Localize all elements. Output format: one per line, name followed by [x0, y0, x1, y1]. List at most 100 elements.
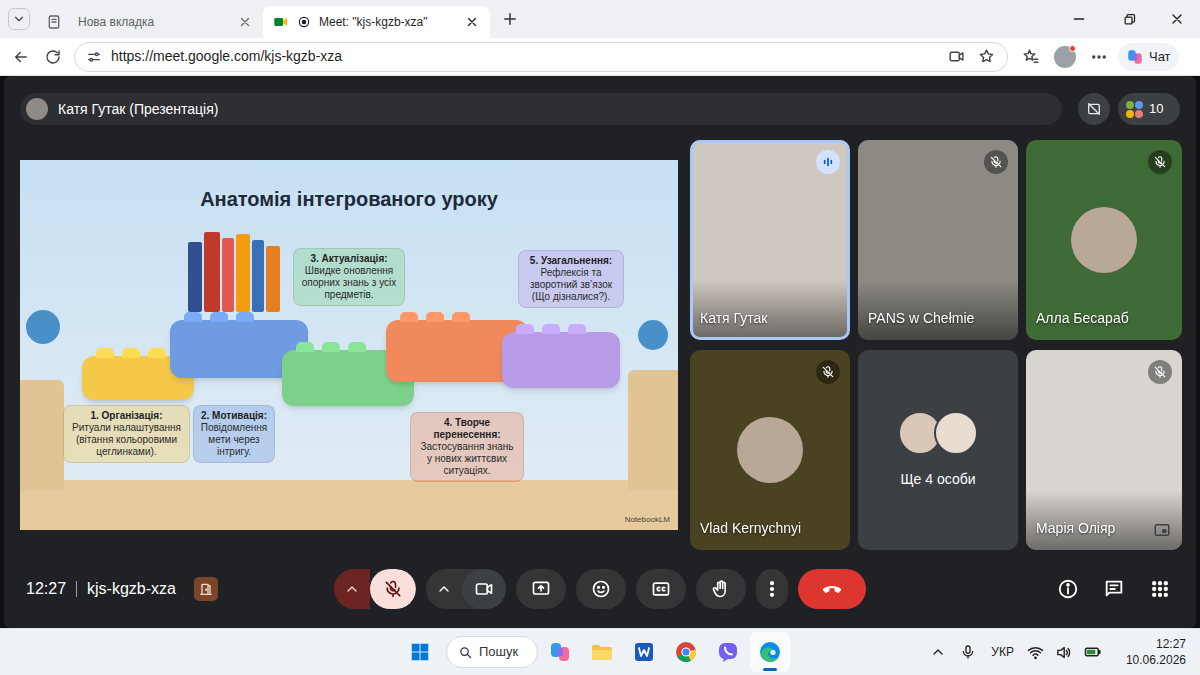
running-indicator [721, 668, 735, 671]
participant-avatar [1071, 207, 1137, 273]
lego-stud [148, 348, 166, 358]
chat-icon[interactable] [1100, 575, 1128, 603]
new-tab-icon[interactable] [496, 5, 524, 33]
clock-date: 10.06.2026 [1126, 652, 1186, 668]
taskbar-app[interactable] [624, 632, 664, 672]
running-indicator [595, 668, 609, 671]
info-icon[interactable] [1054, 575, 1082, 603]
step-heading: 5. Узагальнення: [525, 255, 617, 267]
close-window-icon[interactable] [1154, 0, 1200, 38]
activities-icon[interactable] [1146, 575, 1174, 603]
meet-control-bar: 12:27kjs-kgzb-xza [4, 564, 1196, 614]
hide-tiles-icon[interactable] [1078, 93, 1110, 125]
close-icon[interactable] [464, 14, 480, 30]
input-language[interactable]: УКР [987, 643, 1018, 661]
step-text: Застосування знань у нових життєвих ситу… [417, 441, 517, 477]
end-call-icon[interactable] [798, 569, 866, 609]
battery-icon[interactable] [1082, 637, 1104, 667]
url-text[interactable]: https://meet.google.com/kjs-kgzb-xza [111, 46, 937, 67]
participant-name: Ще 4 особи [900, 469, 975, 490]
lego-stud [296, 342, 314, 352]
back-icon[interactable] [6, 42, 36, 72]
tab-list-icon[interactable] [8, 8, 30, 30]
raise-hand-icon[interactable] [696, 569, 746, 609]
step-label: 1. Організація:Ритуали налаштування (віт… [63, 405, 190, 463]
camera-icon[interactable] [462, 569, 506, 609]
browser-tab[interactable]: Нова вкладка [36, 6, 263, 38]
participant-tile[interactable]: Катя Гутак [690, 140, 850, 340]
lego-stud [452, 312, 470, 322]
screen: Нова вкладкаMeet: "kjs-kgzb-xza" https://… [0, 0, 1200, 675]
lego-brick [502, 332, 620, 388]
tab-strip: Нова вкладкаMeet: "kjs-kgzb-xza" [0, 0, 1200, 38]
book [252, 240, 264, 312]
volume-icon[interactable] [1054, 637, 1074, 667]
favorites-icon[interactable] [1016, 42, 1046, 72]
taskbar-app[interactable] [582, 632, 622, 672]
copilot-icon [1126, 48, 1144, 66]
slide-table [20, 480, 678, 530]
step-label: 2. Мотивація:Повідомлення мети через інт… [193, 405, 275, 463]
participant-tile[interactable]: Ще 4 особи [858, 350, 1018, 550]
participant-tile[interactable]: Алла Бесараб [1026, 140, 1182, 340]
capture-indicator-icon [297, 15, 311, 29]
page-icon [46, 14, 62, 30]
participant-name: Катя Гутак [700, 308, 814, 329]
taskbar-clock[interactable]: 12:2710.06.2026 [1120, 636, 1192, 668]
site-info-icon[interactable] [85, 48, 103, 66]
mini-avatar [1126, 110, 1134, 118]
mic-options-icon[interactable] [334, 569, 370, 609]
host-controls-icon[interactable] [194, 577, 218, 601]
mic-off-icon[interactable] [370, 569, 416, 609]
step-label: 5. Узагальнення:Рефлексія та зворотний з… [518, 250, 624, 308]
mini-avatar [1126, 101, 1134, 109]
participant-avatar [934, 411, 978, 455]
slide-globe [638, 320, 668, 350]
step-heading: 3. Актуалізація: [300, 253, 398, 265]
taskbar-app[interactable] [750, 632, 790, 672]
people-icon [1126, 101, 1143, 118]
people-button[interactable]: 10 [1118, 93, 1180, 125]
step-text: Повідомлення мети через інтригу. [200, 422, 268, 458]
taskbar-app[interactable] [708, 632, 748, 672]
mini-avatar [1135, 110, 1143, 118]
camera-options-icon[interactable] [426, 569, 462, 609]
meeting-time: 12:27 [26, 577, 66, 601]
more-icon[interactable] [1084, 42, 1114, 72]
others-avatars [898, 411, 978, 455]
present-icon[interactable] [516, 569, 566, 609]
meeting-details: 12:27kjs-kgzb-xza [26, 577, 334, 601]
more-options-icon[interactable] [756, 569, 788, 609]
lego-stud [184, 312, 202, 322]
close-icon[interactable] [237, 14, 253, 30]
windows-start-icon[interactable] [402, 632, 438, 672]
taskbar-app[interactable] [540, 632, 580, 672]
restore-icon[interactable] [1104, 0, 1154, 38]
copilot-chat-button[interactable]: Чат [1118, 43, 1179, 71]
edge-icon [758, 640, 782, 664]
camera-in-use-icon[interactable] [945, 46, 967, 68]
profile-icon[interactable] [1050, 42, 1080, 72]
bookmark-star-icon[interactable] [975, 46, 997, 68]
minimize-icon[interactable] [1054, 0, 1104, 38]
wifi-icon[interactable] [1026, 637, 1046, 667]
participant-tile[interactable]: PANS w Chełmie [858, 140, 1018, 340]
microphone-icon[interactable] [957, 637, 979, 667]
taskbar-app[interactable] [666, 632, 706, 672]
participant-tile[interactable]: Марія Оліяр [1026, 350, 1182, 550]
browser-tab[interactable]: Meet: "kjs-kgzb-xza" [263, 6, 490, 38]
slide-title: Анатомія інтегрованого уроку [20, 184, 678, 214]
emoji-icon[interactable] [576, 569, 626, 609]
participant-name: Алла Бесараб [1036, 308, 1146, 329]
participant-tile[interactable]: Vlad Kernychnyi [690, 350, 850, 550]
reload-icon[interactable] [38, 42, 68, 72]
self-view-icon[interactable] [1152, 520, 1172, 540]
lego-studs [96, 348, 166, 358]
meet-stage: Анатомія інтегрованого уроку 1. Організац… [4, 140, 1196, 550]
captions-icon[interactable] [636, 569, 686, 609]
taskbar-search[interactable]: Пошук [446, 636, 538, 668]
address-field[interactable]: https://meet.google.com/kjs-kgzb-xza [74, 42, 1008, 72]
divider [76, 581, 77, 597]
show-hidden-icons-icon[interactable] [927, 637, 949, 667]
muted-icon [984, 150, 1008, 174]
